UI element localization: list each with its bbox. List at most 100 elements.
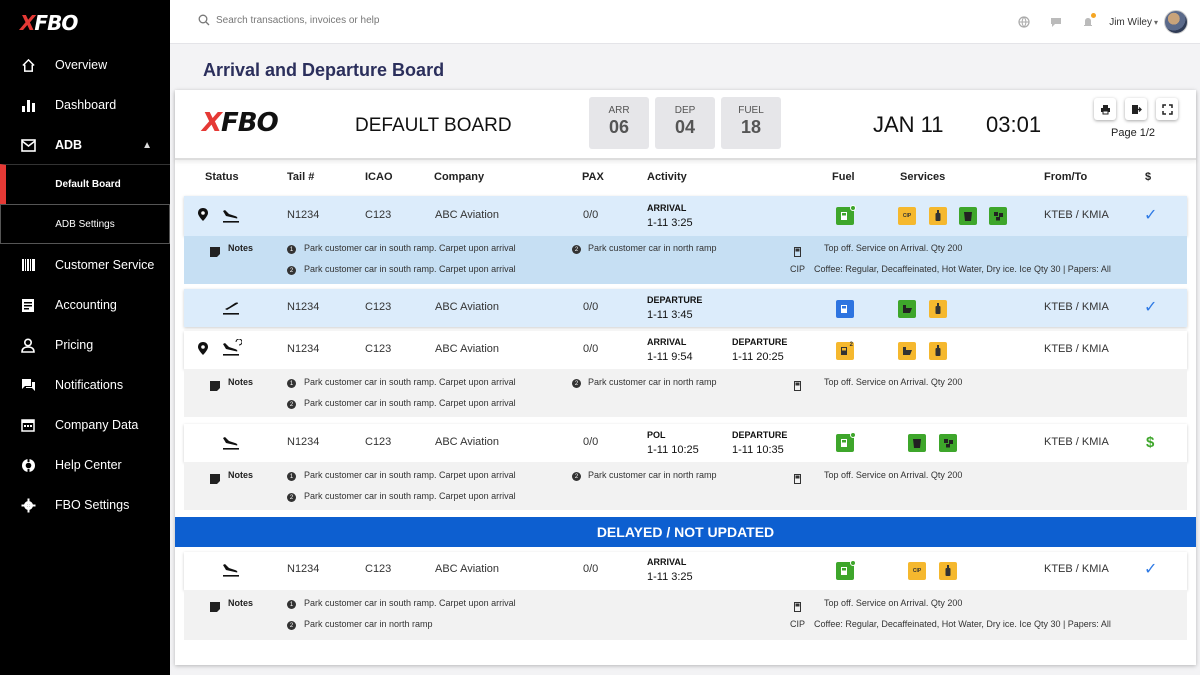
fuel-pump-icon[interactable]: 2 [836, 342, 854, 360]
fuel-note-icon [794, 471, 803, 489]
fuel-note-icon [794, 244, 803, 262]
sidebar-item-adb[interactable]: ADB ▲ [0, 125, 170, 165]
company: ABC Aviation [435, 301, 500, 313]
sidebar-item-fbo-settings[interactable]: FBO Settings [0, 485, 170, 525]
table-row[interactable]: N1234 C123 ABC Aviation 0/0 DEPARTURE 1-… [184, 289, 1187, 327]
bottle-icon[interactable] [929, 300, 947, 318]
pax: 0/0 [583, 301, 599, 313]
user-menu[interactable]: Jim Wiley ▾ [1109, 10, 1188, 34]
check-icon: ✓ [1144, 561, 1158, 578]
bottle-icon[interactable] [939, 562, 957, 580]
note-text: Park customer car in south ramp. Carpet … [304, 264, 516, 274]
sidebar-item-accounting[interactable]: Accounting [0, 285, 170, 325]
activity-time: 1-11 3:25 [647, 571, 693, 583]
sidebar-item-pricing[interactable]: Pricing [0, 325, 170, 365]
col-fuel: Fuel [832, 171, 855, 183]
cup-icon[interactable] [908, 434, 926, 452]
cip-note-text: Coffee: Regular, Decaffeinated, Hot Wate… [814, 619, 1111, 629]
sidebar-item-overview[interactable]: Overview [0, 45, 170, 85]
activity-label: POL [647, 430, 666, 440]
note-number: 2 [287, 266, 296, 275]
note-icon [210, 471, 220, 489]
activity-time: 1-11 10:35 [732, 444, 784, 456]
print-button[interactable] [1094, 98, 1116, 120]
note-number: 1 [287, 379, 296, 388]
note-number: 1 [287, 472, 296, 481]
sidebar-item-help-center[interactable]: Help Center [0, 445, 170, 485]
cip-service-icon[interactable]: CIP [908, 562, 926, 580]
note-text: Park customer car in north ramp [304, 619, 433, 629]
pax: 0/0 [583, 436, 599, 448]
tail-number: N1234 [287, 436, 320, 448]
board-logo: XFBO [202, 108, 279, 138]
table-row[interactable]: N1234 C123 ABC Aviation 0/0 ARRIVAL 1-11… [184, 196, 1187, 236]
table-row[interactable]: N1234 C123 ABC Aviation 0/0 POL 1-11 10:… [184, 424, 1187, 462]
notification-dot [1091, 13, 1097, 18]
sidebar-item-label: Company Data [55, 418, 139, 432]
lav-service-icon[interactable] [898, 342, 916, 360]
lav-service-icon[interactable] [898, 300, 916, 318]
icao: C123 [365, 301, 392, 313]
sidebar-subitem-adb-settings[interactable]: ADB Settings [0, 204, 170, 244]
note-number: 2 [287, 400, 296, 409]
mail-icon [20, 137, 36, 153]
chat-icon[interactable] [1049, 15, 1063, 29]
sidebar-item-label: ADB [55, 138, 83, 152]
fullscreen-button[interactable] [1156, 98, 1178, 120]
cip-service-icon[interactable]: CIP [898, 207, 916, 225]
avatar[interactable] [1164, 10, 1188, 34]
plane-landing-icon [222, 561, 240, 582]
sidebar-item-dashboard[interactable]: Dashboard [0, 85, 170, 125]
fuel-pump-icon[interactable] [836, 560, 856, 580]
cip-label: CIP [790, 619, 806, 629]
board-date: JAN 11 [873, 112, 944, 137]
note-number: 2 [572, 379, 581, 388]
table-row[interactable]: N1234 C123 ABC Aviation 0/0 ARRIVAL 1-11… [184, 552, 1187, 590]
bottle-icon[interactable] [929, 342, 947, 360]
activity-label: ARRIVAL [647, 203, 687, 213]
pax: 0/0 [583, 209, 599, 221]
from-to: KTEB / KMIA [1044, 209, 1109, 221]
ice-cubes-icon[interactable] [939, 434, 957, 452]
cip-label: CIP [790, 264, 806, 274]
notes-label: Notes [228, 598, 254, 608]
activity-time: 1-11 3:25 [647, 217, 693, 229]
table-row[interactable]: N1234 C123 ABC Aviation 0/0 ARRIVAL 1-11… [184, 331, 1187, 369]
note-text: Park customer car in south ramp. Carpet … [304, 470, 516, 480]
activity-time: 1-11 10:25 [647, 444, 699, 456]
col-company: Company [434, 171, 485, 183]
fuel-pump-icon[interactable] [836, 205, 856, 225]
sidebar-item-company-data[interactable]: Company Data [0, 405, 170, 445]
person-icon [20, 337, 36, 353]
note-text: Park customer car in north ramp [588, 377, 717, 387]
notes-panel: Notes 1 Park customer car in south ramp.… [184, 236, 1187, 284]
sidebar-item-customer-service[interactable]: Customer Service [0, 245, 170, 285]
search-icon [198, 14, 210, 26]
company: ABC Aviation [435, 343, 500, 355]
chat-icon [20, 377, 36, 393]
globe-icon[interactable] [1017, 15, 1031, 29]
note-text: Park customer car in south ramp. Carpet … [304, 377, 516, 387]
bottle-icon[interactable] [929, 207, 947, 225]
app-logo[interactable]: XFBO [20, 10, 78, 36]
fuel-pump-icon[interactable] [836, 300, 854, 318]
notes-panel: Notes 1 Park customer car in south ramp.… [184, 462, 1187, 510]
note-text: Park customer car in south ramp. Carpet … [304, 491, 516, 501]
tail-number: N1234 [287, 563, 320, 575]
activity-label: DEPARTURE [732, 337, 788, 347]
fuel-pump-icon[interactable] [836, 432, 856, 452]
sidebar-item-label: Customer Service [55, 258, 155, 272]
cup-icon[interactable] [959, 207, 977, 225]
sidebar-item-notifications[interactable]: Notifications [0, 365, 170, 405]
gear-icon [20, 497, 36, 513]
tail-number: N1234 [287, 301, 320, 313]
icao: C123 [365, 209, 392, 221]
search-input[interactable]: Search transactions, invoices or help [198, 14, 379, 26]
ice-cubes-icon[interactable] [989, 207, 1007, 225]
sidebar-subitem-default-board[interactable]: Default Board [0, 164, 170, 204]
export-button[interactable] [1125, 98, 1147, 120]
bell-icon[interactable] [1081, 13, 1097, 29]
plane-landing-return-icon [222, 338, 243, 361]
col-icao: ICAO [365, 171, 393, 183]
col-activity: Activity [647, 171, 687, 183]
